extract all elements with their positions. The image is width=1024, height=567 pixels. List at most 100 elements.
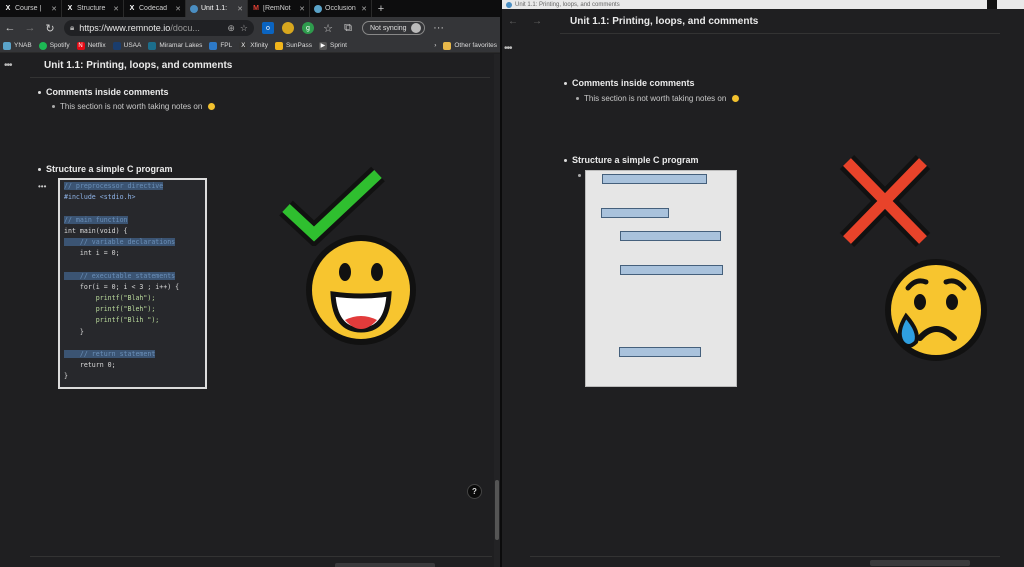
sidebar-menu-icon[interactable]: ••• xyxy=(504,43,512,54)
occlusion-box[interactable] xyxy=(601,208,669,218)
bullet-comments-heading[interactable]: Comments inside comments xyxy=(38,87,169,97)
code-image: // preprocessor directive #include <stdi… xyxy=(58,178,207,389)
sync-status-button[interactable]: Not syncing xyxy=(362,21,425,35)
fpl-icon xyxy=(209,41,218,50)
bookmark-ynab[interactable]: YNAB xyxy=(3,41,32,50)
back-icon[interactable]: ← xyxy=(508,16,518,27)
miramar-icon xyxy=(148,41,157,50)
image-occlusion-card[interactable] xyxy=(585,170,737,387)
close-tab-icon[interactable]: ✕ xyxy=(113,5,119,13)
bookmarks-overflow-icon[interactable]: › xyxy=(434,42,436,49)
bookmark-spotify[interactable]: Spotify xyxy=(38,41,70,50)
bookmark-other-favorites[interactable]: Other favorites xyxy=(443,41,497,50)
code-line: // return statement xyxy=(64,350,156,359)
code-line: int main(void) { xyxy=(64,226,128,235)
close-tab-icon[interactable]: ✕ xyxy=(175,5,181,13)
help-button[interactable]: ? xyxy=(467,484,482,499)
bookmark-sprint[interactable]: ▶ Sprint xyxy=(318,41,347,50)
gmail-icon: M xyxy=(253,5,259,12)
remnote-icon xyxy=(190,4,198,13)
code-line: #include <stdio.h> xyxy=(64,193,136,202)
x-logo-icon: X xyxy=(67,5,73,12)
bullet-dot xyxy=(52,105,55,108)
close-tab-icon[interactable]: ✕ xyxy=(361,5,367,13)
sidebar-menu-icon[interactable]: ••• xyxy=(4,60,12,71)
url-main: https://www.remnote.io xyxy=(79,23,171,33)
forward-icon[interactable]: → xyxy=(532,16,542,27)
bullet-dot xyxy=(564,158,567,162)
bookmark-netflix[interactable]: N Netflix xyxy=(76,41,106,50)
folder-icon xyxy=(443,41,452,50)
add-tab-icon[interactable]: ⊕ xyxy=(227,23,235,34)
favorites-icon[interactable]: ☆ xyxy=(322,22,334,35)
occlusion-box[interactable] xyxy=(620,265,723,275)
bookmark-sunpass[interactable]: SunPass xyxy=(274,41,312,50)
nav-buttons: ← → xyxy=(502,9,560,34)
bottom-search-input[interactable] xyxy=(335,563,435,567)
bookmark-xfinity[interactable]: X Xfinity xyxy=(239,41,268,50)
bullet-dot xyxy=(564,81,567,85)
close-tab-icon[interactable]: ✕ xyxy=(299,5,305,13)
bullet-dot xyxy=(38,167,41,171)
address-bar-row: ← → ↻ 🔒︎ https://www.remnote.io/docu... … xyxy=(0,17,500,39)
x-logo-icon: X xyxy=(129,5,135,12)
code-line: return 0; xyxy=(64,361,116,370)
tab-occlusion[interactable]: Occlusion ✕ xyxy=(310,0,372,17)
bullet-dot xyxy=(578,174,581,177)
code-line: // variable declarations xyxy=(64,238,176,247)
bookmarks-bar: YNAB Spotify N Netflix USAA Miramar Lakes… xyxy=(0,39,500,53)
bullet-comments-heading[interactable]: Comments inside comments xyxy=(564,78,695,88)
tab-unit-1-1[interactable]: Unit 1.1: ✕ xyxy=(186,0,248,17)
usaa-icon xyxy=(112,41,121,50)
red-x-icon xyxy=(839,155,931,247)
tab-remnote-mail[interactable]: M [RemNot ✕ xyxy=(248,0,310,17)
g-extension-icon[interactable]: g xyxy=(302,22,314,34)
chrome-extension-icon[interactable] xyxy=(282,22,294,34)
window-title-bar: Unit 1.1: Printing, loops, and comments xyxy=(502,0,1024,9)
spotify-icon xyxy=(38,41,47,50)
xfinity-icon: X xyxy=(239,41,248,50)
url-field[interactable]: 🔒︎ https://www.remnote.io/docu... ⊕ ☆ xyxy=(64,20,254,36)
bullet-comments-note[interactable]: This section is not worth taking notes o… xyxy=(52,102,217,111)
code-line: printf("Bleh"); xyxy=(64,305,156,314)
bookmark-miramar-lakes[interactable]: Miramar Lakes xyxy=(148,41,202,50)
bottom-divider xyxy=(30,556,492,557)
close-tab-icon[interactable]: ✕ xyxy=(237,5,243,13)
bullet-structure-heading[interactable]: Structure a simple C program xyxy=(564,155,699,165)
occlusion-box[interactable] xyxy=(619,347,701,357)
document-title: Unit 1.1: Printing, loops, and comments xyxy=(560,9,1000,34)
refresh-icon[interactable]: ↻ xyxy=(44,22,56,35)
tab-strip: X Course | ✕ X Structure ✕ X Codecad ✕ Unit 1.… xyxy=(0,0,500,17)
tab-structure[interactable]: X Structure ✕ xyxy=(62,0,124,17)
code-line: // preprocessor directive xyxy=(64,182,164,190)
close-tab-icon[interactable]: ✕ xyxy=(51,5,57,13)
scrollbar-thumb[interactable] xyxy=(495,480,499,540)
tab-codecademy[interactable]: X Codecad ✕ xyxy=(124,0,186,17)
favorite-star-icon[interactable]: ☆ xyxy=(240,23,248,34)
bookmark-fpl[interactable]: FPL xyxy=(209,41,232,50)
back-icon[interactable]: ← xyxy=(4,22,16,34)
occlusion-box[interactable] xyxy=(602,174,707,184)
url-rest: /docu... xyxy=(170,23,200,33)
bookmark-usaa[interactable]: USAA xyxy=(112,41,141,50)
bullet-comments-note[interactable]: This section is not worth taking notes o… xyxy=(576,94,741,103)
outlook-extension-icon[interactable]: o xyxy=(262,22,274,34)
code-line: printf("Blih "); xyxy=(64,316,160,325)
bottom-search-input[interactable] xyxy=(870,560,970,566)
forward-icon[interactable]: → xyxy=(24,22,36,34)
x-logo-icon: X xyxy=(5,5,11,12)
smiley-emoji-icon xyxy=(207,102,217,111)
sprint-icon: ▶ xyxy=(318,41,327,50)
sunpass-icon xyxy=(274,41,283,50)
more-menu-icon[interactable]: ··· xyxy=(433,22,445,34)
bullet-structure-heading[interactable]: Structure a simple C program xyxy=(38,164,173,174)
new-tab-button[interactable]: + xyxy=(372,3,390,15)
smiley-emoji-icon xyxy=(731,94,741,103)
tab-course[interactable]: X Course | ✕ xyxy=(0,0,62,17)
lock-icon: 🔒︎ xyxy=(70,23,75,32)
block-options-icon[interactable]: ••• xyxy=(38,182,46,191)
code-line: int i = 0; xyxy=(64,249,120,258)
collections-icon[interactable]: ⧉ xyxy=(342,22,354,35)
occlusion-box[interactable] xyxy=(620,231,721,241)
ynab-icon xyxy=(3,41,11,50)
